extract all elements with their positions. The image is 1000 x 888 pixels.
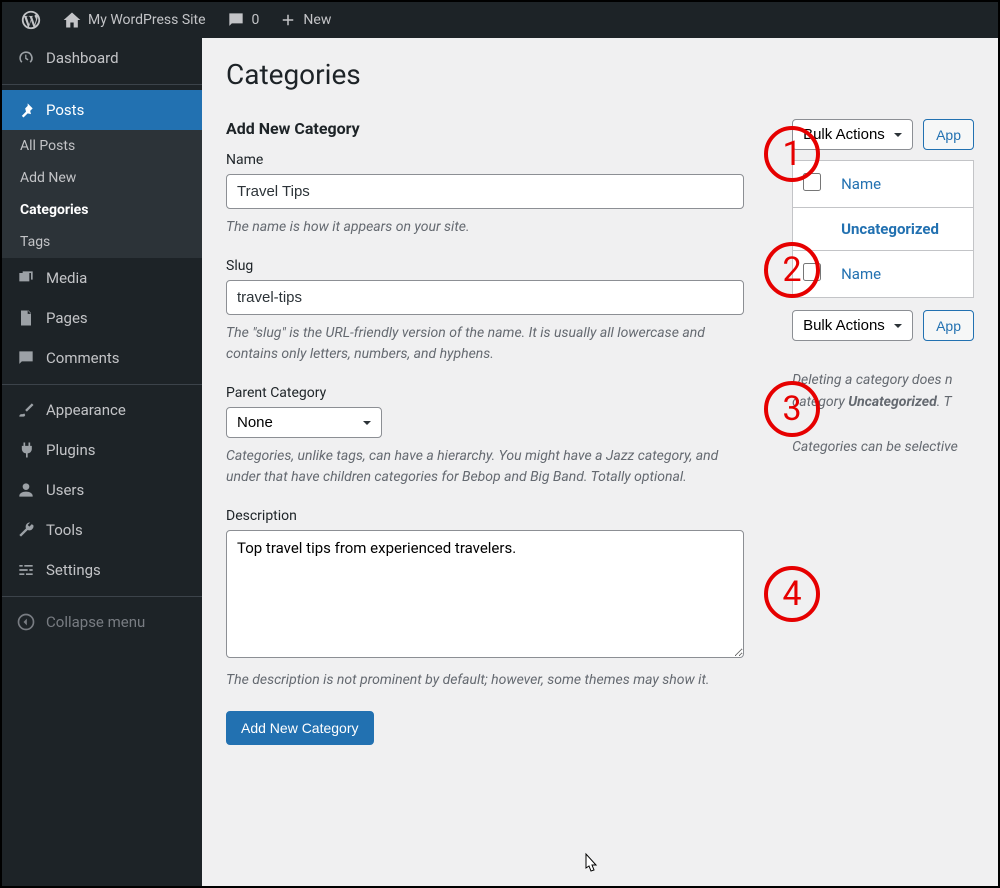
add-category-button[interactable]: Add New Category — [226, 711, 374, 745]
menu-posts[interactable]: Posts — [2, 90, 202, 130]
name-input[interactable] — [226, 174, 744, 209]
user-icon — [16, 480, 36, 500]
plug-icon — [16, 440, 36, 460]
menu-plugins[interactable]: Plugins — [2, 430, 202, 470]
select-all-bottom[interactable] — [803, 263, 821, 281]
bulk-actions-select-top[interactable]: Bulk Actions — [792, 119, 913, 150]
slug-help: The "slug" is the URL-friendly version o… — [226, 323, 744, 365]
categories-table: Name Uncategorized Name — [792, 160, 974, 298]
submenu-tags[interactable]: Tags — [2, 226, 202, 258]
home-icon — [62, 10, 82, 30]
posts-submenu: All Posts Add New Categories Tags — [2, 130, 202, 258]
apply-button-top[interactable]: App — [923, 119, 974, 150]
menu-dashboard[interactable]: Dashboard — [2, 38, 202, 78]
category-link-uncategorized[interactable]: Uncategorized — [841, 220, 939, 238]
select-all-top[interactable] — [803, 173, 821, 191]
plus-icon — [279, 11, 297, 29]
comment-count: 0 — [252, 12, 260, 28]
comment-icon — [226, 10, 246, 30]
menu-media[interactable]: Media — [2, 258, 202, 298]
site-name: My WordPress Site — [88, 12, 206, 28]
site-home-link[interactable]: My WordPress Site — [52, 2, 216, 38]
slug-label: Slug — [226, 258, 744, 274]
parent-help: Categories, unlike tags, can have a hier… — [226, 446, 744, 488]
media-icon — [16, 268, 36, 288]
apply-button-bottom[interactable]: App — [923, 310, 974, 341]
menu-pages[interactable]: Pages — [2, 298, 202, 338]
brush-icon — [16, 400, 36, 420]
add-category-form: Add New Category Name The name is how it… — [226, 119, 744, 745]
menu-appearance[interactable]: Appearance — [2, 390, 202, 430]
new-content-link[interactable]: New — [269, 2, 341, 38]
name-help: The name is how it appears on your site. — [226, 217, 744, 238]
slug-input[interactable] — [226, 280, 744, 315]
admin-toolbar: My WordPress Site 0 New — [2, 2, 998, 38]
table-row: Uncategorized — [793, 208, 974, 251]
menu-settings[interactable]: Settings — [2, 550, 202, 590]
wrench-icon — [16, 520, 36, 540]
comments-link[interactable]: 0 — [216, 2, 270, 38]
submenu-all-posts[interactable]: All Posts — [2, 130, 202, 162]
description-textarea[interactable] — [226, 530, 744, 658]
submenu-categories[interactable]: Categories — [2, 194, 202, 226]
menu-collapse[interactable]: Collapse menu — [2, 602, 202, 642]
submenu-add-new[interactable]: Add New — [2, 162, 202, 194]
sliders-icon — [16, 560, 36, 580]
col-name-footer[interactable]: Name — [841, 265, 881, 283]
new-label: New — [303, 12, 331, 28]
menu-tools[interactable]: Tools — [2, 510, 202, 550]
comments-icon — [16, 348, 36, 368]
pin-icon — [16, 100, 36, 120]
description-label: Description — [226, 508, 744, 524]
page-title: Categories — [226, 58, 974, 91]
bulk-actions-select-bottom[interactable]: Bulk Actions — [792, 310, 913, 341]
collapse-icon — [16, 612, 36, 632]
parent-select[interactable]: None — [226, 407, 382, 438]
admin-sidebar: Dashboard Posts All Posts Add New Catego… — [2, 38, 202, 886]
category-list-panel: Bulk Actions App Name Uncatego — [792, 119, 974, 745]
menu-users[interactable]: Users — [2, 470, 202, 510]
name-label: Name — [226, 152, 744, 168]
main-content: Categories Add New Category Name The nam… — [202, 38, 998, 886]
col-name-header[interactable]: Name — [841, 175, 881, 193]
delete-note: Deleting a category does n category Unca… — [792, 369, 974, 459]
menu-comments[interactable]: Comments — [2, 338, 202, 378]
parent-label: Parent Category — [226, 385, 744, 401]
form-heading: Add New Category — [226, 119, 744, 138]
cursor-icon — [580, 852, 600, 876]
dashboard-icon — [16, 48, 36, 68]
page-icon — [16, 308, 36, 328]
wordpress-icon — [20, 9, 42, 31]
wp-logo[interactable] — [10, 2, 52, 38]
description-help: The description is not prominent by defa… — [226, 670, 744, 691]
